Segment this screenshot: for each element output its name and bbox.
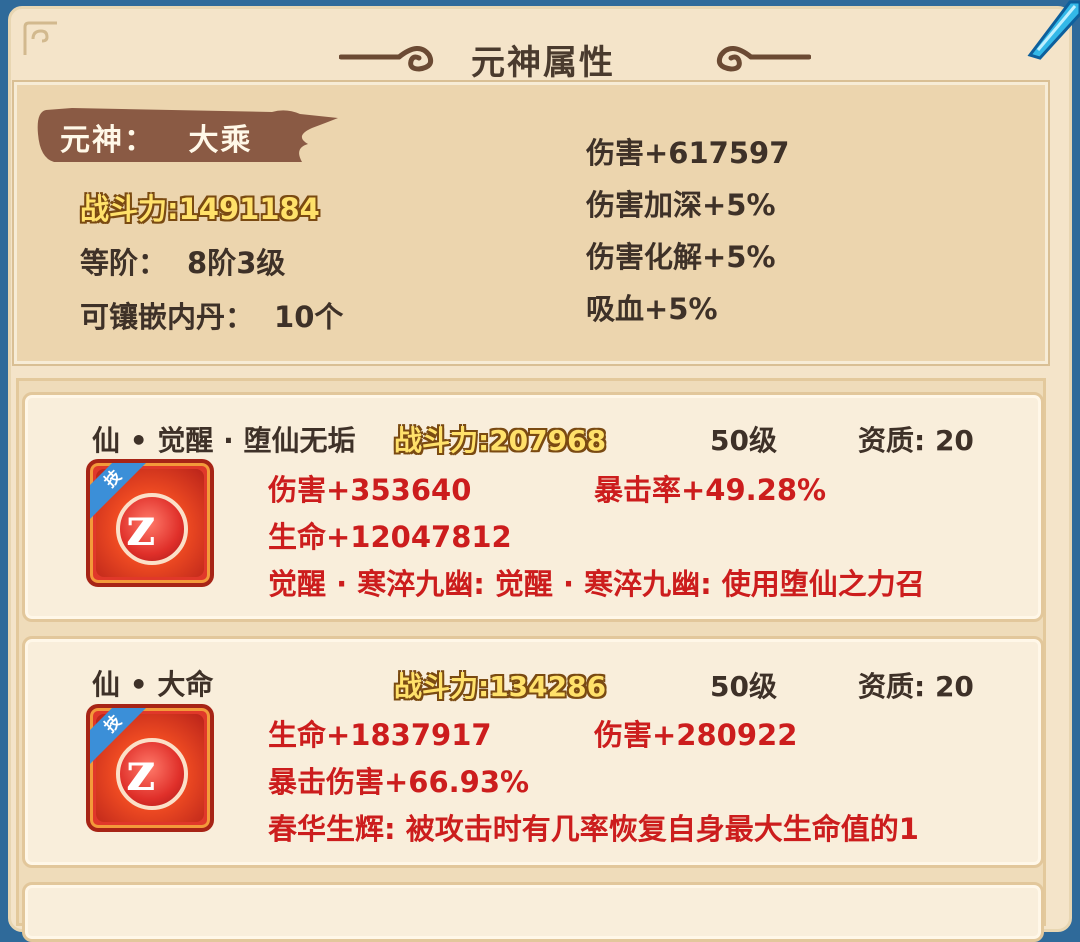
pill-stat-3: 暴击伤害+66.93% <box>268 765 530 799</box>
pill-stat-2: 暴击率+49.28% <box>594 473 827 507</box>
slots-value: 10个 <box>274 300 344 334</box>
pill-name: 仙 • 大命 <box>92 668 214 701</box>
pill-power-label: 战斗力: <box>394 424 490 457</box>
pill-effect: 觉醒 · 寒淬九幽: 觉醒 · 寒淬九幽: 使用堕仙之力召 <box>268 567 925 601</box>
pill-power-value: 134286 <box>489 670 607 703</box>
stat-damage: 伤害+617597 <box>586 136 790 170</box>
yuanshen-label: 元神： <box>60 123 156 158</box>
close-button[interactable] <box>1020 0 1080 60</box>
summary-power-value: 1491184 <box>178 192 320 226</box>
stat-lifesteal: 吸血+5% <box>586 292 718 326</box>
pill-power: 战斗力:207968 <box>394 419 606 459</box>
rank-value: 8阶3级 <box>187 246 286 280</box>
pill-name: 仙 • 觉醒 · 堕仙无垢 <box>92 424 356 457</box>
yuanshen-value: 大乘 <box>188 123 253 158</box>
pill-stat-2: 伤害+280922 <box>594 718 798 752</box>
slots-row: 可镶嵌内丹： 10个 <box>80 294 343 336</box>
swirl-icon: z <box>126 497 156 558</box>
pill-stat-1: 伤害+353640 <box>268 473 472 507</box>
stat-damage-deepen: 伤害加深+5% <box>586 188 776 222</box>
summary-power: 战斗力:1491184 <box>80 186 320 228</box>
pill-power: 战斗力:134286 <box>394 665 606 705</box>
pill-card-partial[interactable] <box>22 882 1044 942</box>
pill-power-label: 战斗力: <box>394 670 490 703</box>
rank-label: 等阶： <box>80 246 168 280</box>
summary-power-label: 战斗力: <box>80 192 179 226</box>
pill-quality: 资质: 20 <box>858 424 974 457</box>
pill-level: 50级 <box>710 670 777 703</box>
pill-power-value: 207968 <box>489 424 607 457</box>
skill-icon[interactable]: z 技 <box>86 459 214 587</box>
skill-icon[interactable]: z 技 <box>86 704 214 832</box>
yuanshen-label-group: 元神： 大乘 <box>60 115 252 159</box>
pill-quality: 资质: 20 <box>858 670 974 703</box>
right-scroll-ornament-icon <box>716 46 811 72</box>
pill-effect: 春华生辉: 被攻击时有几率恢复自身最大生命值的1 <box>268 812 919 846</box>
pill-stat-1: 生命+1837917 <box>268 718 492 752</box>
swirl-icon: z <box>126 742 156 803</box>
rank-row: 等阶： 8阶3级 <box>80 240 285 282</box>
stat-damage-resolve: 伤害化解+5% <box>586 240 776 274</box>
pill-level: 50级 <box>710 424 777 457</box>
pill-stat-3: 生命+12047812 <box>268 520 512 554</box>
window-title: 元神属性 <box>471 43 615 83</box>
slots-label: 可镶嵌内丹： <box>80 300 255 334</box>
